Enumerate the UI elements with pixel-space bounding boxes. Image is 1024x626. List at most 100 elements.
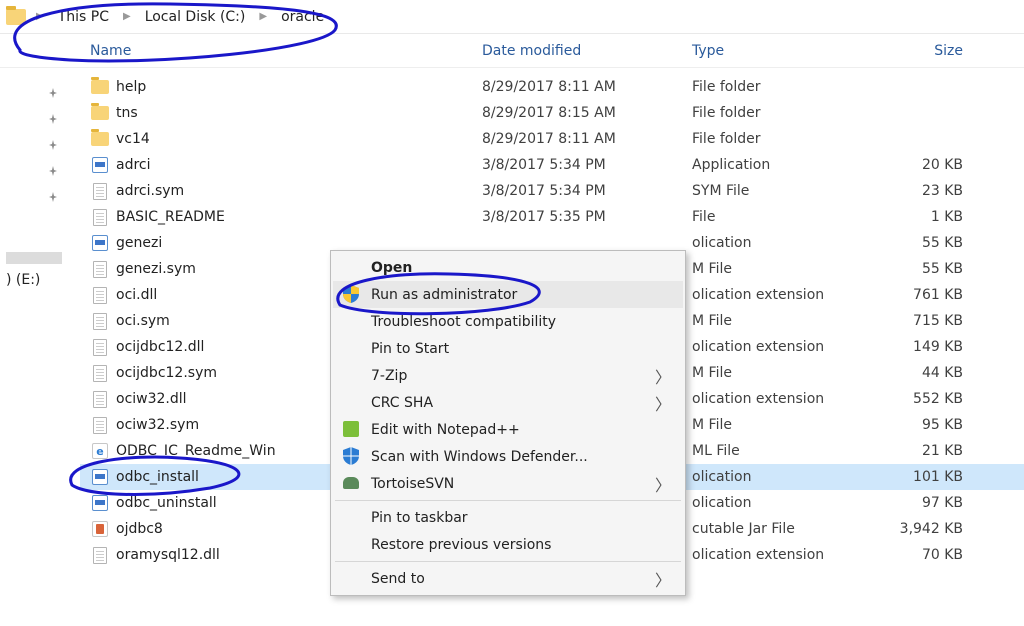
column-size[interactable]: Size — [858, 43, 963, 59]
breadcrumb-seg-1[interactable]: Local Disk (C:) — [141, 7, 250, 27]
file-icon — [90, 363, 110, 383]
file-size: 552 KB — [858, 391, 963, 407]
menu-label: Pin to Start — [371, 341, 449, 357]
file-type: M File — [692, 417, 858, 433]
menu-separator — [335, 500, 681, 501]
file-type: olication extension — [692, 287, 858, 303]
menu-restore[interactable]: Restore previous versions — [333, 531, 683, 558]
context-menu: Open Run as administrator Troubleshoot c… — [330, 250, 686, 596]
file-type: File folder — [692, 79, 858, 95]
file-size: 23 KB — [858, 183, 963, 199]
menu-open[interactable]: Open — [333, 254, 683, 281]
defender-icon — [341, 446, 361, 466]
tortoise-icon — [341, 473, 361, 493]
menu-notepadpp[interactable]: Edit with Notepad++ — [333, 416, 683, 443]
file-icon — [90, 181, 110, 201]
breadcrumb-seg-2[interactable]: oracle — [277, 7, 328, 27]
column-headers: Name Date modified Type Size — [0, 34, 1024, 68]
breadcrumb[interactable]: ▶ This PC ▶ Local Disk (C:) ▶ oracle — [0, 0, 1024, 34]
file-icon — [90, 311, 110, 331]
menu-label: Send to — [371, 571, 425, 587]
file-row[interactable]: vc148/29/2017 8:11 AMFile folder — [80, 126, 1024, 152]
file-row[interactable]: adrci.sym3/8/2017 5:34 PMSYM File23 KB — [80, 178, 1024, 204]
menu-pin-start[interactable]: Pin to Start — [333, 335, 683, 362]
breadcrumb-seg-0[interactable]: This PC — [54, 7, 113, 27]
file-size: 44 KB — [858, 365, 963, 381]
file-type: olication extension — [692, 339, 858, 355]
file-type: File — [692, 209, 858, 225]
file-type: cutable Jar File — [692, 521, 858, 537]
file-row[interactable]: help8/29/2017 8:11 AMFile folder — [80, 74, 1024, 100]
sidebar: ) (E:) — [0, 68, 80, 626]
column-name[interactable]: Name — [90, 43, 482, 59]
menu-7zip[interactable]: 7-Zip〉 — [333, 362, 683, 389]
file-name: tns — [116, 105, 482, 121]
file-row[interactable]: adrci3/8/2017 5:34 PMApplication20 KB — [80, 152, 1024, 178]
file-size: 95 KB — [858, 417, 963, 433]
file-date: 8/29/2017 8:11 AM — [482, 79, 692, 95]
menu-pin-taskbar[interactable]: Pin to taskbar — [333, 504, 683, 531]
file-size: 97 KB — [858, 495, 963, 511]
menu-label: Pin to taskbar — [371, 510, 468, 526]
file-date: 3/8/2017 5:34 PM — [482, 183, 692, 199]
file-name: adrci.sym — [116, 183, 482, 199]
folder-icon — [90, 129, 110, 149]
ie-icon: e — [90, 441, 110, 461]
menu-label: Run as administrator — [371, 287, 517, 303]
chevron-right-icon[interactable]: ▶ — [28, 11, 52, 22]
menu-defender[interactable]: Scan with Windows Defender... — [333, 443, 683, 470]
chevron-right-icon: 〉 — [655, 364, 671, 388]
menu-run-admin[interactable]: Run as administrator — [333, 281, 683, 308]
file-type: M File — [692, 313, 858, 329]
menu-crc[interactable]: CRC SHA 〉 — [333, 389, 683, 416]
exe-icon — [90, 467, 110, 487]
folder-icon — [90, 103, 110, 123]
file-type: M File — [692, 365, 858, 381]
chevron-right-icon: 〉 — [655, 567, 671, 591]
pin-icon[interactable] — [0, 132, 80, 158]
file-type: olication — [692, 235, 858, 251]
pin-icon[interactable] — [0, 158, 80, 184]
sidebar-drive[interactable]: ) (E:) — [6, 252, 80, 288]
file-date: 3/8/2017 5:35 PM — [482, 209, 692, 225]
menu-label: CRC SHA — [371, 395, 433, 411]
file-size: 149 KB — [858, 339, 963, 355]
column-type[interactable]: Type — [692, 43, 858, 59]
file-row[interactable]: BASIC_README3/8/2017 5:35 PMFile1 KB — [80, 204, 1024, 230]
file-size: 715 KB — [858, 313, 963, 329]
file-date: 3/8/2017 5:34 PM — [482, 157, 692, 173]
chevron-right-icon[interactable]: ▶ — [251, 11, 275, 22]
chevron-right-icon[interactable]: ▶ — [115, 11, 139, 22]
file-type: olication — [692, 495, 858, 511]
exe-icon — [90, 233, 110, 253]
pin-icon[interactable] — [0, 106, 80, 132]
notepadpp-icon — [341, 419, 361, 439]
file-size: 101 KB — [858, 469, 963, 485]
file-type: ML File — [692, 443, 858, 459]
file-type: SYM File — [692, 183, 858, 199]
drive-usage-bar — [6, 252, 62, 264]
column-date[interactable]: Date modified — [482, 43, 692, 59]
file-type: M File — [692, 261, 858, 277]
file-type: File folder — [692, 105, 858, 121]
menu-troubleshoot[interactable]: Troubleshoot compatibility — [333, 308, 683, 335]
menu-label: Edit with Notepad++ — [371, 422, 520, 438]
file-size: 55 KB — [858, 235, 963, 251]
pin-icon[interactable] — [0, 184, 80, 210]
file-row[interactable]: tns8/29/2017 8:15 AMFile folder — [80, 100, 1024, 126]
menu-label: Scan with Windows Defender... — [371, 449, 588, 465]
menu-tortoise[interactable]: TortoiseSVN〉 — [333, 470, 683, 497]
folder-icon — [90, 77, 110, 97]
file-name: vc14 — [116, 131, 482, 147]
menu-label: Restore previous versions — [371, 537, 551, 553]
file-icon — [90, 207, 110, 227]
file-size: 70 KB — [858, 547, 963, 563]
menu-label: Open — [371, 260, 412, 276]
pin-icon[interactable] — [0, 80, 80, 106]
chevron-right-icon: 〉 — [655, 391, 671, 415]
file-type: File folder — [692, 131, 858, 147]
file-name: adrci — [116, 157, 482, 173]
drive-label: ) (E:) — [6, 272, 40, 288]
menu-send-to[interactable]: Send to 〉 — [333, 565, 683, 592]
file-name: BASIC_README — [116, 209, 482, 225]
